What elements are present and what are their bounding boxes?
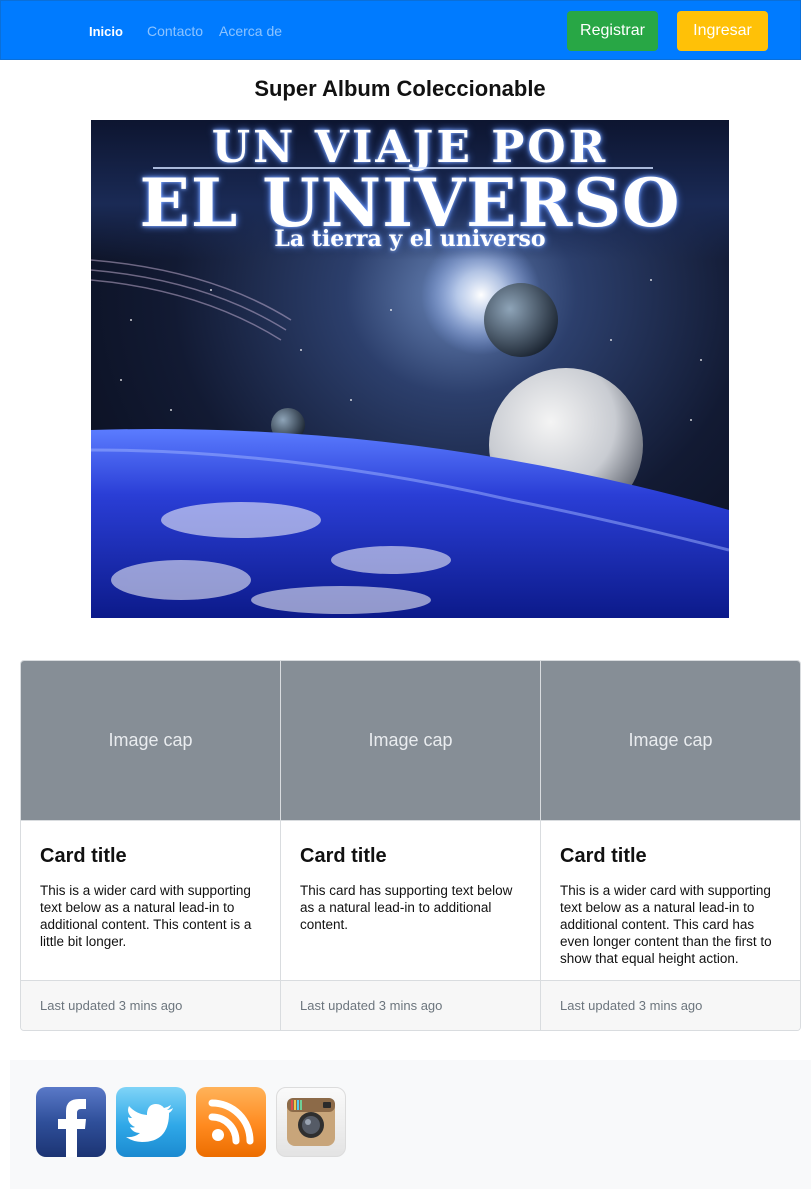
card-group: Image cap Card title This is a wider car…	[20, 660, 801, 1031]
card-image-cap: Image cap	[541, 661, 800, 821]
instagram-icon[interactable]	[276, 1087, 346, 1157]
card-image-cap: Image cap	[281, 661, 540, 821]
card-title: Card title	[40, 845, 127, 867]
hero-subtitle: La tierra y el universo	[274, 226, 546, 252]
card-text: This is a wider card with supporting tex…	[40, 883, 252, 949]
facebook-icon[interactable]	[36, 1087, 106, 1157]
page-title: Super Album Coleccionable	[254, 76, 546, 101]
navbar: Inicio Contacto Acerca de Registrar Ingr…	[0, 0, 801, 60]
card-footer: Last updated 3 mins ago	[281, 980, 540, 1030]
nav-link-home[interactable]: Inicio	[89, 24, 123, 39]
card-image-cap: Image cap	[21, 661, 280, 821]
card-footer: Last updated 3 mins ago	[21, 980, 280, 1030]
card-text: This is a wider card with supporting tex…	[560, 883, 772, 966]
card: Image cap Card title This card has suppo…	[281, 661, 541, 1030]
card-body: Card title This is a wider card with sup…	[21, 821, 280, 981]
card: Image cap Card title This is a wider car…	[541, 661, 800, 1030]
nav-link-about[interactable]: Acerca de	[219, 23, 282, 39]
card-body: Card title This is a wider card with sup…	[541, 821, 800, 981]
card: Image cap Card title This is a wider car…	[21, 661, 281, 1030]
card-footer: Last updated 3 mins ago	[541, 980, 800, 1030]
rss-icon[interactable]	[196, 1087, 266, 1157]
card-body: Card title This card has supporting text…	[281, 821, 540, 981]
card-title: Card title	[560, 845, 647, 867]
nav-link-contact[interactable]: Contacto	[147, 23, 203, 39]
hero-image: UN VIAJE POR EL UNIVERSO La tierra y el …	[91, 120, 729, 618]
card-title: Card title	[300, 845, 387, 867]
footer	[10, 1060, 811, 1189]
card-text: This card has supporting text below as a…	[300, 883, 513, 932]
twitter-icon[interactable]	[116, 1087, 186, 1157]
register-button[interactable]: Registrar	[567, 11, 658, 51]
login-button[interactable]: Ingresar	[677, 11, 768, 51]
